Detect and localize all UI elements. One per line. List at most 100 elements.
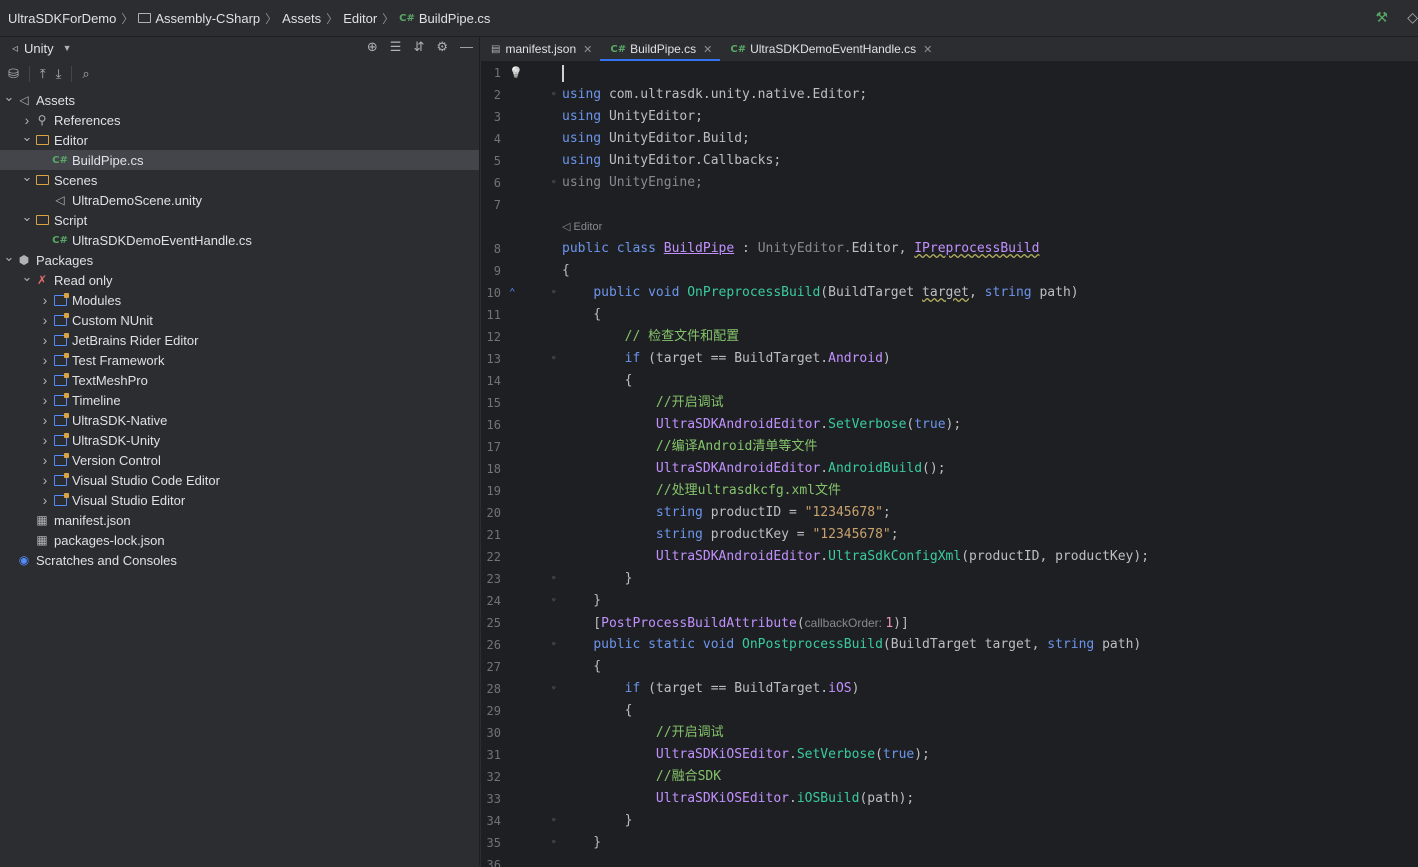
- code-line[interactable]: 17 //编译Android清单等文件: [481, 436, 1418, 458]
- code-line[interactable]: 25 [PostProcessBuildAttribute(callbackOr…: [481, 612, 1418, 634]
- code-line[interactable]: 7: [481, 194, 1418, 216]
- tree-item-ultrasdkdemoeventhandle-cs[interactable]: C# UltraSDKDemoEventHandle.cs: [0, 230, 479, 250]
- chevron-right-icon[interactable]: ›: [38, 352, 52, 368]
- tree-item-timeline[interactable]: › Timeline: [0, 390, 479, 410]
- chevron-right-icon[interactable]: ›: [38, 372, 52, 388]
- code-line[interactable]: 5 using UnityEditor.Callbacks;: [481, 150, 1418, 172]
- locate-icon[interactable]: ⊕: [367, 39, 378, 55]
- chevron-right-icon[interactable]: ›: [38, 332, 52, 348]
- fold-icon[interactable]: ⌔: [551, 634, 556, 656]
- code-line[interactable]: 20 string productID = "12345678";: [481, 502, 1418, 524]
- tree-item-editor[interactable]: ⌄ Editor: [0, 129, 479, 150]
- code-line[interactable]: 4 using UnityEditor.Build;: [481, 128, 1418, 150]
- fold-icon[interactable]: ⌔: [551, 810, 556, 832]
- move-down-icon[interactable]: ⤓: [56, 66, 62, 82]
- code-line[interactable]: 27 {: [481, 656, 1418, 678]
- breadcrumb-item-editor[interactable]: Editor: [343, 11, 377, 26]
- chevron-down-icon[interactable]: ⌄: [20, 269, 34, 285]
- lightbulb-icon[interactable]: 💡: [509, 62, 523, 84]
- code-line[interactable]: 1 💡: [481, 62, 1418, 84]
- tab-buildpipe-cs[interactable]: C# BuildPipe.cs ✕: [600, 37, 721, 61]
- code-line[interactable]: 19 //处理ultrasdkcfg.xml文件: [481, 480, 1418, 502]
- chevron-right-icon[interactable]: ›: [38, 452, 52, 468]
- minimize-icon[interactable]: —: [460, 39, 473, 55]
- tree-item-assets[interactable]: ⌄ ◁ Assets: [0, 89, 479, 110]
- chevron-down-icon[interactable]: ⌄: [2, 249, 16, 265]
- tree-item-ultrademoscene-unity[interactable]: ◁ UltraDemoScene.unity: [0, 190, 479, 210]
- expand-all-icon[interactable]: ☰: [390, 39, 402, 55]
- code-vision-hint[interactable]: ◁ Editor: [481, 216, 1418, 238]
- fold-icon[interactable]: ⌔: [551, 84, 556, 106]
- code-line[interactable]: 30 //开启调试: [481, 722, 1418, 744]
- code-line[interactable]: 28 if (target == BuildTarget.iOS) ⌔: [481, 678, 1418, 700]
- chevron-down-icon[interactable]: ⌄: [20, 209, 34, 225]
- fold-icon[interactable]: ⌔: [551, 832, 556, 854]
- code-line[interactable]: 12 // 检查文件和配置: [481, 326, 1418, 348]
- chevron-right-icon[interactable]: ›: [38, 432, 52, 448]
- code-line[interactable]: 3 using UnityEditor;: [481, 106, 1418, 128]
- code-line[interactable]: 13 if (target == BuildTarget.Android) ⌔: [481, 348, 1418, 370]
- code-line[interactable]: 16 UltraSDKAndroidEditor.SetVerbose(true…: [481, 414, 1418, 436]
- fold-icon[interactable]: ⌔: [551, 568, 556, 590]
- code-line[interactable]: 2 using com.ultrasdk.unity.native.Editor;…: [481, 84, 1418, 106]
- chevron-right-icon[interactable]: ›: [38, 392, 52, 408]
- tree-item-jetbrains-rider-editor[interactable]: › JetBrains Rider Editor: [0, 330, 479, 350]
- tree-item-visual-studio-editor[interactable]: › Visual Studio Editor: [0, 490, 479, 510]
- code-line[interactable]: 6 using UnityEngine; ⌔: [481, 172, 1418, 194]
- code-line[interactable]: 26 public static void OnPostprocessBuild…: [481, 634, 1418, 656]
- tree-item-version-control[interactable]: › Version Control: [0, 450, 479, 470]
- tree-item-test-framework[interactable]: › Test Framework: [0, 350, 479, 370]
- tree-item-buildpipe-cs[interactable]: C# BuildPipe.cs: [0, 150, 479, 170]
- tree-item-script[interactable]: ⌄ Script: [0, 209, 479, 230]
- code-line[interactable]: 10 public void OnPreprocessBuild(BuildTa…: [481, 282, 1418, 304]
- gear-icon[interactable]: ⚙: [436, 39, 448, 55]
- code-line[interactable]: 22 UltraSDKAndroidEditor.UltraSdkConfigX…: [481, 546, 1418, 568]
- breadcrumb-item-project[interactable]: UltraSDKForDemo: [8, 11, 116, 26]
- code-line[interactable]: 29 {: [481, 700, 1418, 722]
- code-line[interactable]: 23 } ⌔: [481, 568, 1418, 590]
- code-line[interactable]: 8 public class BuildPipe : UnityEditor.Ed…: [481, 238, 1418, 260]
- code-line[interactable]: 34 } ⌔: [481, 810, 1418, 832]
- tree-item-references[interactable]: › ⚲ References: [0, 110, 479, 130]
- chevron-down-icon[interactable]: ⌄: [20, 169, 34, 185]
- move-up-icon[interactable]: ⤒: [40, 66, 46, 82]
- search-icon[interactable]: ⌕: [82, 66, 89, 82]
- code-line[interactable]: 21 string productKey = "12345678";: [481, 524, 1418, 546]
- code-line[interactable]: 33 UltraSDKiOSEditor.iOSBuild(path);: [481, 788, 1418, 810]
- fold-icon[interactable]: ⌔: [551, 348, 556, 370]
- tree-item-scratches-and-consoles[interactable]: ◉ Scratches and Consoles: [0, 550, 479, 570]
- breadcrumb-item-file[interactable]: C# BuildPipe.cs: [399, 11, 490, 26]
- chevron-right-icon[interactable]: ›: [20, 112, 34, 128]
- breadcrumb-item-assets[interactable]: Assets: [282, 11, 321, 26]
- code-line[interactable]: 11 {: [481, 304, 1418, 326]
- code-line[interactable]: 36: [481, 854, 1418, 867]
- breadcrumb-item-assembly[interactable]: Assembly-CSharp: [138, 11, 260, 26]
- code-line[interactable]: 31 UltraSDKiOSEditor.SetVerbose(true);: [481, 744, 1418, 766]
- tree-item-ultrasdk-native[interactable]: › UltraSDK-Native: [0, 410, 479, 430]
- tree-item-scenes[interactable]: ⌄ Scenes: [0, 169, 479, 190]
- fold-icon[interactable]: ⌔: [551, 172, 556, 194]
- show-files-icon[interactable]: ⛁: [8, 66, 19, 82]
- chevron-down-icon[interactable]: ▼: [63, 43, 72, 53]
- chevron-down-icon[interactable]: ⌄: [20, 129, 34, 145]
- chevron-right-icon[interactable]: ›: [38, 472, 52, 488]
- code-line[interactable]: 18 UltraSDKAndroidEditor.AndroidBuild();: [481, 458, 1418, 480]
- tree-item-manifest-json[interactable]: ▦ manifest.json: [0, 510, 479, 530]
- tab-ultrasdkdemoeventhandle-cs[interactable]: C# UltraSDKDemoEventHandle.cs ✕: [720, 37, 940, 61]
- code-line[interactable]: 35 } ⌔: [481, 832, 1418, 854]
- close-icon[interactable]: ✕: [703, 43, 712, 56]
- build-hammer-icon[interactable]: ⚒: [1375, 9, 1388, 26]
- chevron-right-icon[interactable]: ›: [38, 312, 52, 328]
- panel-view-selector[interactable]: Unity: [24, 41, 54, 56]
- fold-icon[interactable]: ⌔: [551, 590, 556, 612]
- chevron-down-icon[interactable]: ⌄: [2, 89, 16, 105]
- tree-item-packages-lock-json[interactable]: ▦ packages-lock.json: [0, 530, 479, 550]
- code-editor[interactable]: 1 💡 2 using com.ultrasdk.unity.native.Edito…: [481, 61, 1418, 867]
- tree-item-ultrasdk-unity[interactable]: › UltraSDK-Unity: [0, 430, 479, 450]
- fold-icon[interactable]: ⌔: [551, 282, 556, 304]
- code-line[interactable]: 32 //融合SDK: [481, 766, 1418, 788]
- tree-item-visual-studio-code-editor[interactable]: › Visual Studio Code Editor: [0, 470, 479, 490]
- close-icon[interactable]: ✕: [923, 43, 932, 56]
- code-line[interactable]: 14 {: [481, 370, 1418, 392]
- chevron-right-icon[interactable]: ›: [38, 412, 52, 428]
